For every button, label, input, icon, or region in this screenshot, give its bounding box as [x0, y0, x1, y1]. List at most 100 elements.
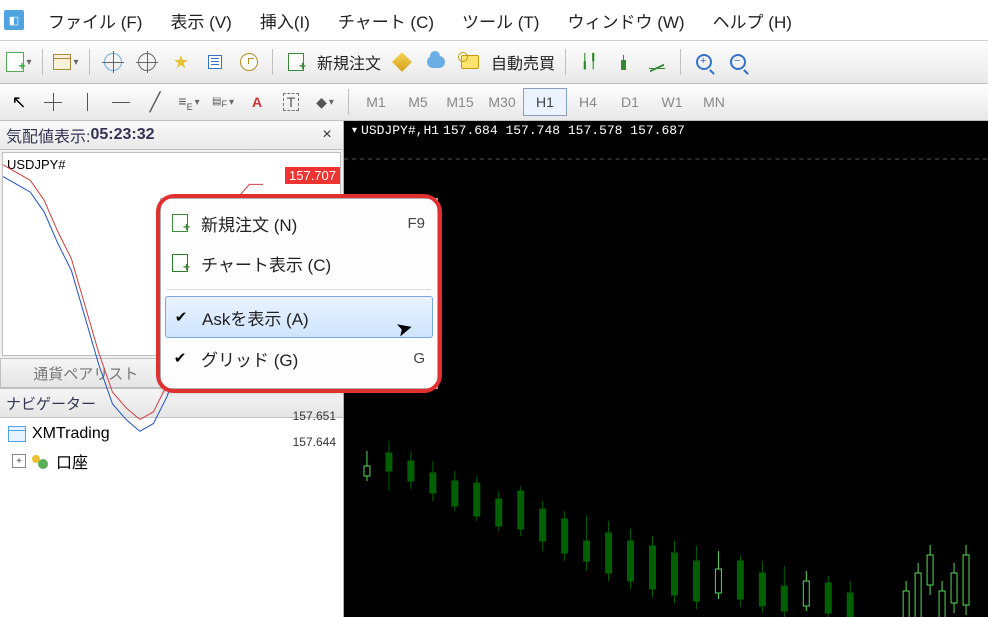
menu-file[interactable]: ファイル (F) — [34, 4, 156, 37]
crosshair-toggle[interactable] — [132, 47, 162, 77]
close-icon[interactable]: × — [317, 126, 337, 144]
chart-plus-icon — [169, 254, 191, 272]
market-watch-button[interactable] — [98, 47, 128, 77]
datawindow-button[interactable] — [200, 47, 230, 77]
market-watch-time: 05:23:32 — [90, 126, 154, 144]
market-watch-title-prefix: 気配値表示: — [6, 123, 90, 147]
navigator-accounts-label: 口座 — [56, 449, 88, 473]
new-order-label[interactable]: 新規注文 — [313, 50, 385, 74]
check-icon: ✔ — [170, 308, 192, 326]
trendline-tool[interactable]: ╱ — [140, 87, 170, 117]
menu-bar: ◧ ファイル (F) 表示 (V) 挿入(I) チャート (C) ツール (T)… — [0, 0, 988, 41]
tf-h4[interactable]: H4 — [567, 89, 609, 115]
crosshair-icon — [138, 53, 156, 71]
menu-chart[interactable]: チャート (C) — [324, 4, 448, 37]
new-chart-button[interactable]: ▾ — [4, 47, 34, 77]
new-chart-icon — [6, 52, 24, 72]
menu-insert[interactable]: 挿入(I) — [246, 4, 324, 37]
bar-chart-icon: ╽╿ — [581, 54, 598, 71]
bar-chart-button[interactable]: ╽╿ — [574, 47, 604, 77]
channel-icon: ≡E — [178, 93, 192, 112]
auto-trade-label[interactable]: 自動売買 — [487, 50, 559, 74]
main-toolbar: ▾ ▾ ★ 新規注文 自動売買 ╽╿ + − — [0, 41, 988, 84]
chart-area[interactable]: ▾ USDJPY#,H1 157.684 157.748 157.578 157… — [344, 121, 988, 617]
menu-tools[interactable]: ツール (T) — [448, 4, 553, 37]
fibonacci-icon: ▤F — [212, 96, 227, 109]
tf-m1[interactable]: M1 — [355, 89, 397, 115]
navigator-tree: XMTrading + 口座 — [0, 418, 343, 617]
market-watch-header: 気配値表示: 05:23:32 × — [0, 121, 343, 150]
profiles-button[interactable]: ▾ — [51, 47, 81, 77]
favorites-button[interactable]: ★ — [166, 47, 196, 77]
metaquotes-button[interactable] — [387, 47, 417, 77]
vertical-line-icon — [87, 93, 88, 111]
horizontal-line-tool[interactable] — [106, 87, 136, 117]
market-watch-icon — [104, 53, 122, 71]
signals-button[interactable] — [421, 47, 451, 77]
tf-m5[interactable]: M5 — [397, 89, 439, 115]
tick-axis-label: 157.644 — [293, 435, 336, 449]
tf-d1[interactable]: D1 — [609, 89, 651, 115]
star-icon: ★ — [173, 52, 189, 73]
line-chart-button[interactable] — [642, 47, 672, 77]
tick-axis-label: 157.651 — [293, 409, 336, 423]
candle-chart-icon — [621, 55, 626, 70]
trendline-icon: ╱ — [150, 92, 161, 113]
context-new-order[interactable]: 新規注文 (N) F9 — [163, 203, 435, 243]
context-menu: 新規注文 (N) F9 チャート表示 (C) ✔ Askを表示 (A) ✔ グリ… — [160, 198, 438, 389]
new-order-button[interactable] — [281, 47, 311, 77]
cursor-icon: ↖ — [11, 92, 26, 113]
chevron-down-icon: ▾ — [229, 97, 234, 108]
zoom-in-button[interactable]: + — [689, 47, 719, 77]
context-label: チャート表示 (C) — [201, 251, 415, 276]
sheet-plus-icon — [169, 214, 191, 232]
context-shortcut: F9 — [407, 215, 425, 232]
menu-window[interactable]: ウィンドウ (W) — [553, 4, 698, 37]
clock-icon — [240, 53, 258, 71]
diamond-icon — [392, 52, 412, 72]
market-button[interactable] — [455, 47, 485, 77]
fibo-tool[interactable]: ▤F▾ — [208, 87, 238, 117]
context-grid[interactable]: ✔ グリッド (G) G — [163, 338, 435, 378]
navigator-accounts[interactable]: + 口座 — [8, 446, 335, 476]
text-label-tool[interactable]: T — [276, 87, 306, 117]
chevron-down-icon: ▾ — [329, 97, 334, 108]
tf-w1[interactable]: W1 — [651, 89, 693, 115]
context-chart-window[interactable]: チャート表示 (C) — [163, 243, 435, 283]
cursor-tool[interactable]: ↖ — [4, 87, 34, 117]
shapes-icon: ◆ — [316, 94, 327, 111]
context-separator — [167, 289, 431, 290]
vertical-line-tool[interactable] — [72, 87, 102, 117]
context-label: 新規注文 (N) — [201, 211, 397, 236]
text-tool[interactable]: A — [242, 87, 272, 117]
tick-price-tag: 157.707 — [285, 167, 340, 184]
list-icon — [208, 55, 222, 69]
strategy-tester-button[interactable] — [234, 47, 264, 77]
zoom-out-button[interactable]: − — [723, 47, 753, 77]
equidistant-tool[interactable]: ≡E▾ — [174, 87, 204, 117]
crosshair-tool[interactable] — [38, 87, 68, 117]
context-shortcut: G — [413, 350, 425, 367]
check-icon: ✔ — [169, 349, 191, 367]
horizontal-line-icon — [112, 102, 130, 103]
tf-m30[interactable]: M30 — [481, 89, 523, 115]
basket-icon — [461, 55, 479, 69]
menu-help[interactable]: ヘルプ (H) — [699, 4, 806, 37]
candle-chart-button[interactable] — [608, 47, 638, 77]
tf-h1[interactable]: H1 — [523, 88, 567, 116]
context-menu-highlight: 新規注文 (N) F9 チャート表示 (C) ✔ Askを表示 (A) ✔ グリ… — [160, 198, 438, 389]
tf-m15[interactable]: M15 — [439, 89, 481, 115]
candle-svg — [344, 121, 988, 617]
text-label-icon: T — [283, 93, 300, 111]
crosshair-icon — [44, 93, 62, 111]
accounts-icon — [32, 453, 50, 469]
tf-mn[interactable]: MN — [693, 89, 735, 115]
context-label: グリッド (G) — [201, 346, 403, 371]
tree-expand-icon[interactable]: + — [12, 454, 26, 468]
shapes-tool[interactable]: ◆▾ — [310, 87, 340, 117]
sheet-plus-icon — [288, 53, 304, 71]
context-show-ask[interactable]: ✔ Askを表示 (A) — [165, 296, 433, 338]
app-icon: ◧ — [4, 10, 24, 30]
zoom-in-icon: + — [696, 54, 712, 70]
menu-view[interactable]: 表示 (V) — [156, 4, 245, 37]
